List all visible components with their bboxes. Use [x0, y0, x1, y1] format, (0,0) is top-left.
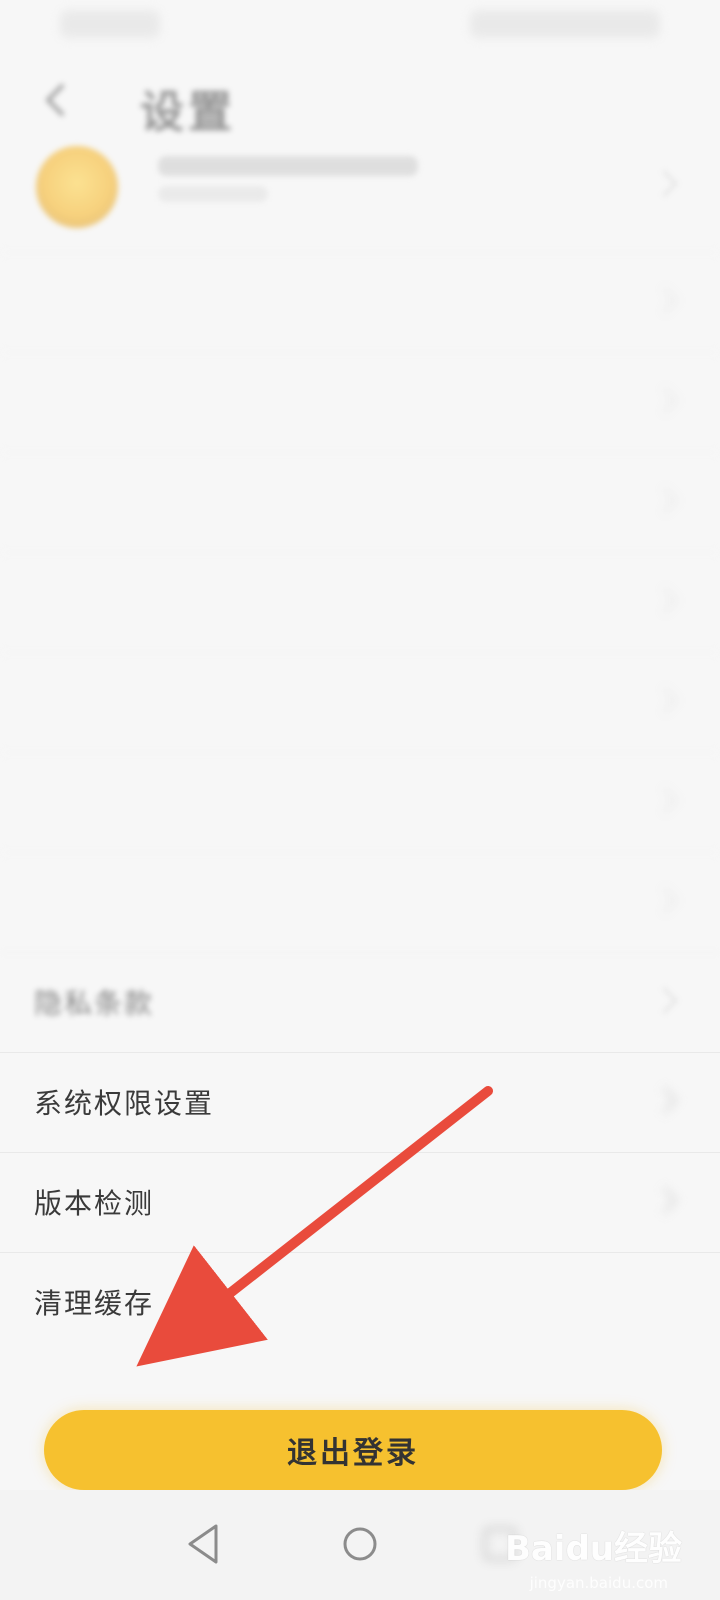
chevron-right-icon	[651, 687, 678, 714]
chevron-right-icon	[651, 1187, 678, 1214]
settings-row-label: 版本检测	[34, 1187, 155, 1220]
settings-row[interactable]	[0, 252, 720, 352]
settings-row-label: 隐私条款	[34, 987, 155, 1020]
profile-subtext-placeholder	[158, 186, 268, 202]
status-left-icons	[60, 10, 160, 38]
chevron-right-icon	[651, 587, 678, 614]
profile-name-placeholder	[158, 156, 418, 176]
settings-row-label: 清理缓存	[34, 1287, 155, 1320]
settings-row[interactable]	[0, 852, 720, 952]
settings-row[interactable]	[0, 752, 720, 852]
avatar	[36, 146, 118, 228]
settings-row-system-permissions[interactable]: 系统权限设置	[0, 1052, 720, 1152]
chevron-right-icon	[651, 487, 678, 514]
chevron-right-icon	[651, 287, 678, 314]
triangle-back-icon[interactable]	[176, 1514, 236, 1574]
chevron-right-icon	[651, 987, 678, 1014]
page-title: 设置	[140, 87, 236, 138]
chevron-right-icon	[651, 787, 678, 814]
profile-row[interactable]	[0, 136, 720, 232]
watermark-subtext: jingyan.baidu.com	[529, 1574, 668, 1592]
chevron-right-icon	[651, 1087, 678, 1114]
chevron-right-icon	[651, 887, 678, 914]
settings-row-clear-cache[interactable]: 清理缓存	[0, 1252, 720, 1352]
settings-row-label: 系统权限设置	[34, 1087, 215, 1120]
back-arrow-icon[interactable]	[36, 80, 76, 120]
chevron-right-icon	[651, 170, 678, 197]
settings-row[interactable]	[0, 552, 720, 652]
status-right-icons	[470, 10, 660, 38]
chevron-right-icon	[651, 387, 678, 414]
settings-row-version-check[interactable]: 版本检测	[0, 1152, 720, 1252]
logout-button[interactable]: 退出登录	[44, 1410, 662, 1490]
circle-home-icon[interactable]	[330, 1514, 390, 1574]
settings-row[interactable]	[0, 452, 720, 552]
status-bar	[0, 0, 720, 56]
logout-button-wrap: 退出登录	[44, 1410, 662, 1490]
settings-row-privacy-terms[interactable]: 隐私条款	[0, 952, 720, 1052]
settings-page: 设置 隐私条款 系统权限设置 版本检测 清理缓存 退出登录 Baidu经验 ji…	[0, 0, 720, 1600]
settings-list: 隐私条款 系统权限设置 版本检测 清理缓存	[0, 252, 720, 1352]
settings-row[interactable]	[0, 652, 720, 752]
watermark-logo: Baidu经验	[504, 1529, 682, 1569]
settings-row[interactable]	[0, 352, 720, 452]
